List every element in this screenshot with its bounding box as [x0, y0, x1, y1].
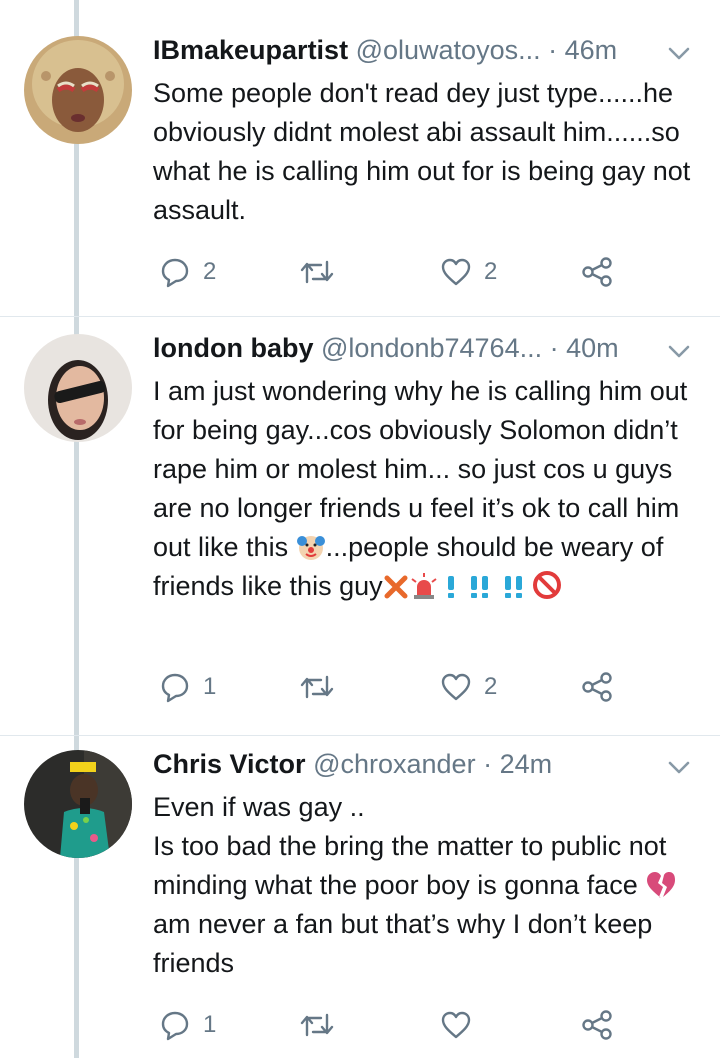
tweet-text-part: am never a fan but that’s why I don’t ke… [153, 909, 653, 978]
tweet[interactable]: london baby @londonb74764... · 40m I am … [0, 317, 720, 735]
chevron-down-icon[interactable] [664, 752, 694, 782]
tweet-actions: 2 2 [153, 252, 623, 292]
chevron-down-icon[interactable] [664, 38, 694, 68]
tweet-text-line: Is too bad the bring the matter to publi… [153, 827, 703, 983]
tweet-text-paragraph: Some people don't read dey just type....… [153, 78, 691, 225]
user-handle[interactable]: @chroxander [313, 749, 476, 779]
reply-count: 2 [203, 258, 217, 285]
exclamation-emoji [447, 576, 454, 598]
share-icon [582, 1010, 612, 1040]
share-button[interactable] [581, 667, 613, 707]
tweet-text: I am just wondering why he is calling hi… [153, 372, 703, 606]
reply-button[interactable]: 1 [159, 1005, 216, 1045]
tweet[interactable]: IBmakeupartist @oluwatoyos... · 46m Some… [0, 0, 720, 316]
tweet[interactable]: Chris Victor @chroxander · 24m Even if w… [0, 736, 720, 1058]
timestamp[interactable]: · 46m [548, 35, 617, 65]
share-button[interactable] [581, 252, 613, 292]
tweet-header: london baby @londonb74764... · 40m [153, 328, 658, 368]
retweet-button[interactable] [299, 252, 347, 292]
display-name[interactable]: london baby [153, 333, 313, 363]
like-button[interactable]: 2 [440, 667, 497, 707]
like-button[interactable]: 2 [440, 252, 497, 292]
avatar[interactable] [24, 750, 132, 858]
tweet-header: IBmakeupartist @oluwatoyos... · 46m [153, 30, 658, 70]
display-name[interactable]: Chris Victor [153, 749, 306, 779]
retweet-button[interactable] [299, 1005, 347, 1045]
broken-heart-emoji [647, 872, 676, 898]
tweet-text: Some people don't read dey just type....… [153, 74, 703, 230]
reply-icon [161, 258, 189, 288]
tweet-header: Chris Victor @chroxander · 24m [153, 744, 658, 784]
avatar[interactable] [24, 334, 132, 442]
tweet-text-paragraph: I am just wondering why he is calling hi… [153, 372, 703, 606]
double-exclamation-emoji [470, 576, 488, 598]
tweet-actions: 1 2 [153, 667, 623, 707]
tweet-text-line: Even if was gay .. [153, 792, 365, 822]
like-icon [441, 258, 471, 286]
chevron-down-icon[interactable] [664, 336, 694, 366]
share-button[interactable] [581, 1005, 613, 1045]
timestamp[interactable]: · 24m [483, 749, 552, 779]
tweet-text: Even if was gay .. Is too bad the bring … [153, 788, 703, 983]
like-icon [441, 673, 471, 701]
like-count: 2 [484, 258, 498, 285]
cross-mark-emoji [384, 575, 408, 599]
reply-button[interactable]: 2 [159, 252, 216, 292]
retweet-icon [300, 260, 334, 284]
share-icon [582, 257, 612, 287]
reply-count: 1 [203, 673, 217, 700]
retweet-icon [300, 675, 334, 699]
share-icon [582, 672, 612, 702]
tweet-actions: 1 [153, 1005, 623, 1045]
retweet-button[interactable] [299, 667, 347, 707]
reply-button[interactable]: 1 [159, 667, 216, 707]
reply-count: 1 [203, 1011, 217, 1038]
retweet-icon [300, 1013, 334, 1037]
timestamp[interactable]: · 40m [550, 333, 619, 363]
like-icon [441, 1011, 471, 1039]
like-count: 2 [484, 673, 498, 700]
like-button[interactable] [440, 1005, 484, 1045]
tweet-text-part: Is too bad the bring the matter to publi… [153, 831, 667, 900]
reply-icon [161, 1011, 189, 1041]
prohibited-emoji [532, 571, 561, 599]
clown-face-emoji [296, 536, 325, 560]
reply-icon [161, 673, 189, 703]
user-handle[interactable]: @oluwatoyos... [356, 35, 541, 65]
display-name[interactable]: IBmakeupartist [153, 35, 348, 65]
rotating-light-emoji [411, 573, 437, 599]
avatar[interactable] [24, 36, 132, 144]
user-handle[interactable]: @londonb74764... [321, 333, 542, 363]
double-exclamation-emoji [504, 576, 522, 598]
